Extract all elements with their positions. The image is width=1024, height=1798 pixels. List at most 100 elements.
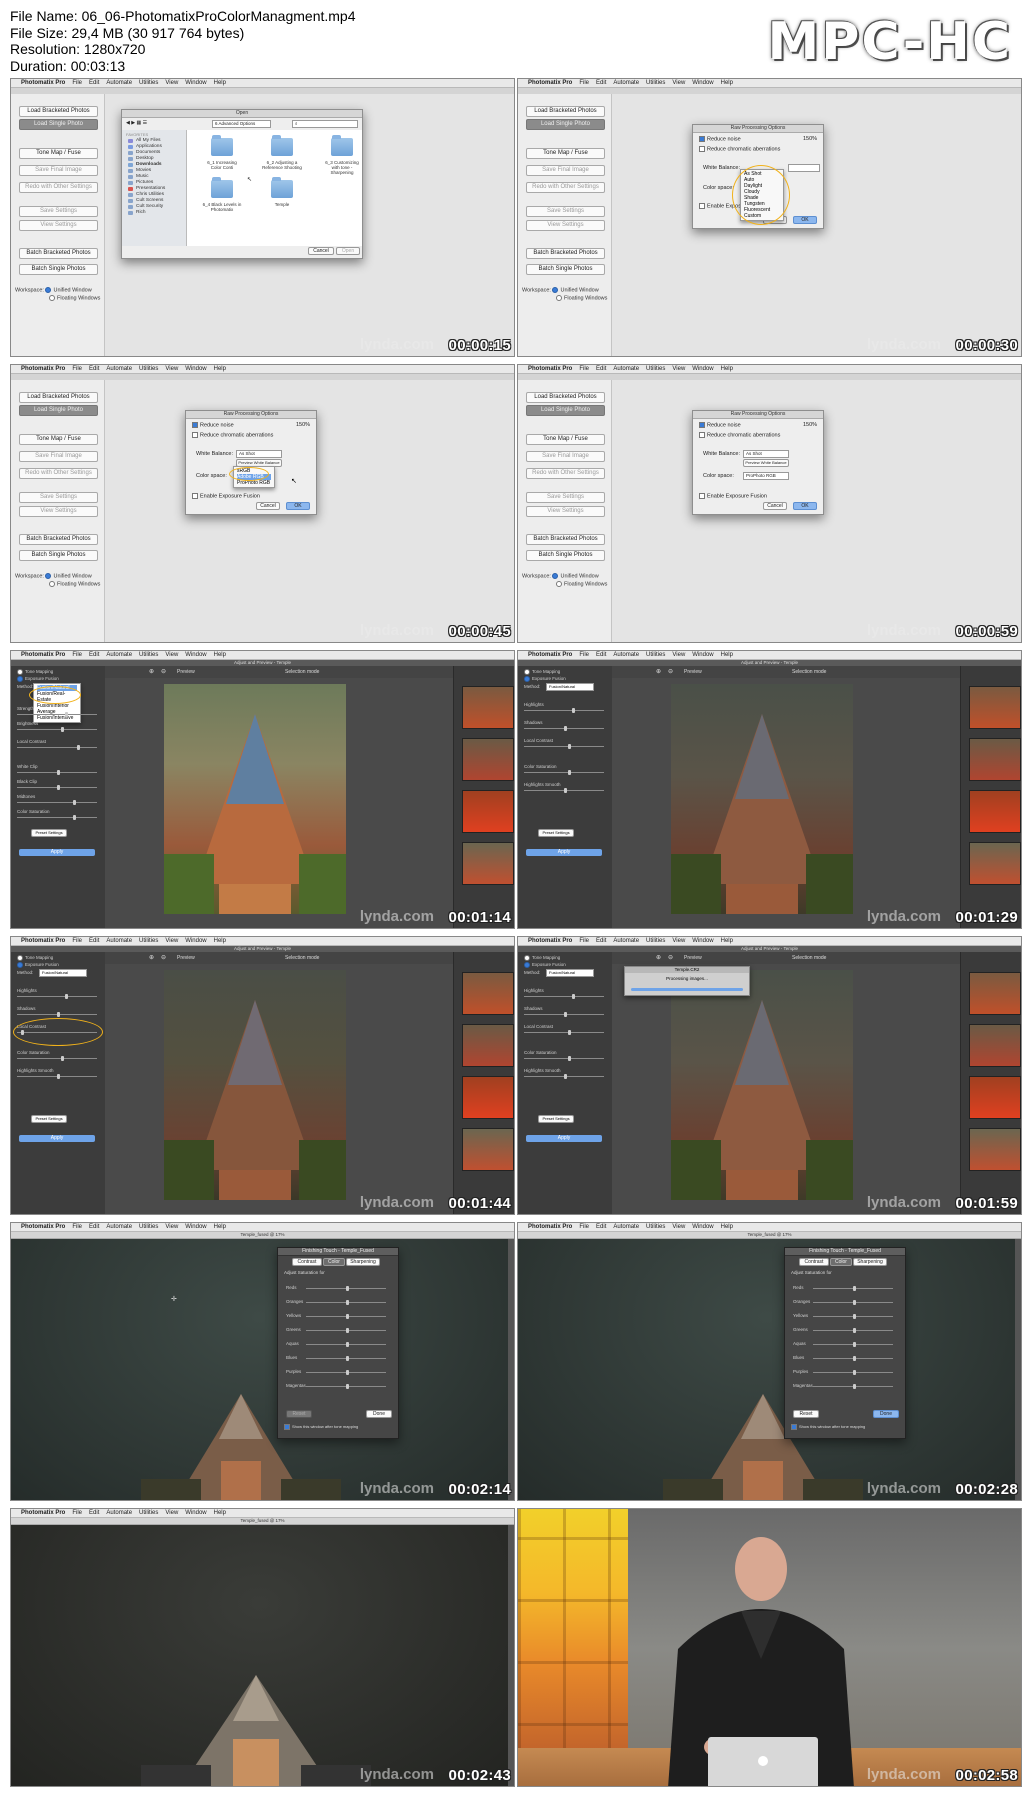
tab-contrast[interactable]: Contrast bbox=[799, 1258, 829, 1266]
apply-button[interactable]: Apply bbox=[19, 1135, 95, 1142]
batch-single-button[interactable]: Batch Single Photos bbox=[526, 264, 605, 275]
cancel-button[interactable]: Cancel bbox=[256, 502, 280, 510]
highlights-smooth-slider[interactable] bbox=[524, 1074, 604, 1079]
method-select[interactable]: Fusion/Natural bbox=[39, 969, 87, 977]
radio-icon[interactable] bbox=[17, 676, 23, 682]
batch-bracketed-button[interactable]: Batch Bracketed Photos bbox=[19, 248, 98, 259]
color-space-select[interactable]: ProPhoto RGB bbox=[743, 472, 789, 480]
done-button[interactable]: Done bbox=[873, 1410, 899, 1418]
tab-sharpening[interactable]: Sharpening bbox=[853, 1258, 887, 1266]
zoom-out-icon[interactable]: ⊖ bbox=[161, 668, 166, 675]
load-bracketed-button[interactable]: Load Bracketed Photos bbox=[526, 106, 605, 117]
blues-slider[interactable] bbox=[306, 1356, 386, 1361]
checkbox-icon[interactable] bbox=[192, 422, 198, 428]
reduce-noise-checkbox[interactable]: Reduce noise bbox=[699, 136, 741, 142]
scrollbar[interactable] bbox=[508, 1525, 514, 1786]
redo-button[interactable]: Redo with Other Settings bbox=[19, 468, 98, 479]
load-single-button[interactable]: Load Single Photo bbox=[19, 405, 98, 416]
checkbox-icon[interactable] bbox=[791, 1424, 797, 1430]
open-button[interactable]: Open bbox=[336, 247, 360, 255]
reset-button[interactable]: Reset bbox=[793, 1410, 819, 1418]
highlights-slider[interactable] bbox=[524, 994, 604, 999]
preset-thumbnail[interactable] bbox=[462, 1128, 514, 1171]
oranges-slider[interactable] bbox=[813, 1300, 893, 1305]
zoom-out-icon[interactable]: ⊖ bbox=[668, 954, 673, 961]
process-tone[interactable]: Tone Mapping bbox=[17, 669, 53, 675]
view-settings-button[interactable]: View Settings bbox=[526, 220, 605, 231]
checkbox-icon[interactable] bbox=[699, 203, 705, 209]
black-clip-slider[interactable] bbox=[17, 785, 97, 790]
save-settings-button[interactable]: Save Settings bbox=[526, 492, 605, 503]
yellows-slider[interactable] bbox=[813, 1314, 893, 1319]
magentas-slider[interactable] bbox=[813, 1384, 893, 1389]
preset-thumbnail[interactable] bbox=[969, 738, 1021, 781]
preset-settings-button[interactable]: Preset Settings bbox=[538, 829, 574, 837]
oranges-slider[interactable] bbox=[306, 1300, 386, 1305]
load-single-button[interactable]: Load Single Photo bbox=[19, 119, 98, 130]
purples-slider[interactable] bbox=[306, 1370, 386, 1375]
batch-single-button[interactable]: Batch Single Photos bbox=[19, 550, 98, 561]
save-settings-button[interactable]: Save Settings bbox=[19, 492, 98, 503]
preset-thumbnail[interactable] bbox=[462, 1024, 514, 1067]
tone-map-button[interactable]: Tone Map / Fuse bbox=[526, 148, 605, 159]
tab-color[interactable]: Color bbox=[323, 1258, 345, 1266]
apply-button[interactable]: Apply bbox=[19, 849, 95, 856]
ok-button[interactable]: OK bbox=[793, 216, 817, 224]
back-icon[interactable]: ◀ ▶ ▦ ☰ bbox=[126, 120, 147, 126]
ok-button[interactable]: OK bbox=[793, 502, 817, 510]
preset-thumbnail[interactable] bbox=[462, 790, 514, 833]
radio-icon[interactable] bbox=[524, 669, 530, 675]
batch-bracketed-button[interactable]: Batch Bracketed Photos bbox=[526, 248, 605, 259]
tab-sharpening[interactable]: Sharpening bbox=[346, 1258, 380, 1266]
apply-button[interactable]: Apply bbox=[526, 849, 602, 856]
aquas-slider[interactable] bbox=[306, 1342, 386, 1347]
tab-contrast[interactable]: Contrast bbox=[292, 1258, 322, 1266]
checkbox-icon[interactable] bbox=[284, 1424, 290, 1430]
aquas-slider[interactable] bbox=[813, 1342, 893, 1347]
highlights-slider[interactable] bbox=[524, 708, 604, 713]
radio-icon[interactable] bbox=[556, 581, 562, 587]
load-single-button[interactable]: Load Single Photo bbox=[526, 405, 605, 416]
zoom-out-icon[interactable]: ⊖ bbox=[161, 954, 166, 961]
tone-map-button[interactable]: Tone Map / Fuse bbox=[526, 434, 605, 445]
checkbox-icon[interactable] bbox=[699, 422, 705, 428]
preset-thumbnail[interactable] bbox=[969, 1024, 1021, 1067]
zoom-in-icon[interactable]: ⊕ bbox=[149, 668, 154, 675]
yellows-slider[interactable] bbox=[306, 1314, 386, 1319]
highlights-smooth-slider[interactable] bbox=[524, 788, 604, 793]
batch-single-button[interactable]: Batch Single Photos bbox=[19, 264, 98, 275]
zoom-in-icon[interactable]: ⊕ bbox=[656, 954, 661, 961]
view-settings-button[interactable]: View Settings bbox=[526, 506, 605, 517]
radio-icon[interactable] bbox=[556, 295, 562, 301]
radio-icon[interactable] bbox=[49, 581, 55, 587]
show-window-checkbox[interactable]: Show this window after tone mapping bbox=[284, 1424, 358, 1430]
reduce-noise-checkbox[interactable]: Reduce noise bbox=[192, 422, 234, 428]
radio-icon[interactable] bbox=[45, 573, 52, 579]
shadows-slider[interactable] bbox=[17, 1012, 97, 1017]
checkbox-icon[interactable] bbox=[192, 493, 198, 499]
purples-slider[interactable] bbox=[813, 1370, 893, 1375]
batch-bracketed-button[interactable]: Batch Bracketed Photos bbox=[526, 534, 605, 545]
tone-map-button[interactable]: Tone Map / Fuse bbox=[19, 148, 98, 159]
white-balance-select[interactable]: As Shot bbox=[743, 450, 789, 458]
radio-icon[interactable] bbox=[17, 955, 23, 961]
fusion-checkbox[interactable]: Enable Exposure Fusion bbox=[192, 493, 260, 499]
search-field[interactable]: ⌕ bbox=[292, 120, 358, 128]
method-select[interactable]: Fusion/Natural bbox=[546, 683, 594, 691]
greens-slider[interactable] bbox=[813, 1328, 893, 1333]
redo-button[interactable]: Redo with Other Settings bbox=[19, 182, 98, 193]
toolbar-buttons[interactable]: ◀ ▶ ▦ ☰ bbox=[126, 120, 176, 126]
save-final-button[interactable]: Save Final Image bbox=[526, 165, 605, 176]
radio-icon[interactable] bbox=[552, 573, 559, 579]
reduce-ca-checkbox[interactable]: Reduce chromatic aberrations bbox=[699, 432, 780, 438]
wb-custom-field[interactable] bbox=[788, 164, 820, 172]
radio-icon[interactable] bbox=[524, 676, 530, 682]
preset-thumbnail[interactable] bbox=[462, 972, 514, 1015]
radio-icon[interactable] bbox=[524, 962, 530, 968]
redo-button[interactable]: Redo with Other Settings bbox=[526, 468, 605, 479]
process-fusion[interactable]: Exposure Fusion bbox=[17, 676, 59, 682]
preset-thumbnail[interactable] bbox=[969, 972, 1021, 1015]
reduce-noise-checkbox[interactable]: Reduce noise bbox=[699, 422, 741, 428]
batch-single-button[interactable]: Batch Single Photos bbox=[526, 550, 605, 561]
redo-button[interactable]: Redo with Other Settings bbox=[526, 182, 605, 193]
